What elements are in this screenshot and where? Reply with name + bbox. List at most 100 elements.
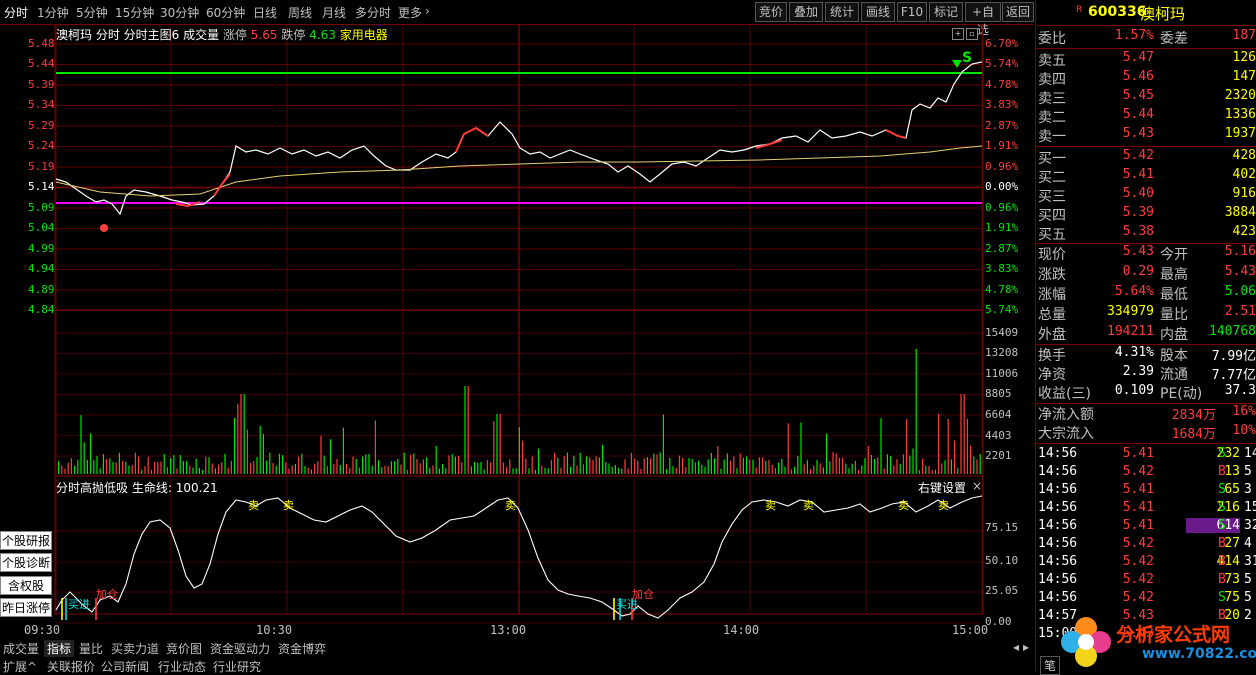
tab-30min[interactable]: 30分钟 bbox=[160, 4, 199, 21]
tab-volume-ratio[interactable]: 量比 bbox=[76, 640, 106, 657]
scroll-right-icon[interactable]: ▸ bbox=[1020, 640, 1032, 654]
volume-bar bbox=[528, 468, 530, 474]
tick-side: B bbox=[1218, 536, 1226, 551]
overlay-button[interactable]: 叠加 bbox=[789, 2, 823, 22]
volume-bar bbox=[67, 462, 69, 474]
volume-bar bbox=[682, 457, 684, 474]
tab-multi-intraday[interactable]: 多分时 bbox=[355, 4, 391, 21]
tab-more[interactable]: 更多 bbox=[398, 4, 422, 21]
rights-stock-button[interactable]: 含权股 bbox=[0, 576, 52, 595]
price-tick: 5.39 bbox=[28, 78, 55, 91]
add-tag: 加仓 bbox=[632, 588, 654, 601]
divider bbox=[1036, 146, 1256, 147]
tab-15min[interactable]: 15分钟 bbox=[115, 4, 154, 21]
tab-weekly[interactable]: 周线 bbox=[288, 4, 312, 21]
tick-time: 14:56 bbox=[1038, 500, 1078, 515]
tab-company-news[interactable]: 公司新闻 bbox=[98, 658, 152, 675]
volume-bar bbox=[262, 434, 264, 474]
chart-maximize-icon[interactable]: ▫ bbox=[966, 28, 978, 40]
indicator-tick: 50.10 bbox=[985, 554, 1019, 567]
volume-bar bbox=[426, 457, 428, 474]
ask-row: 卖四 5.46 147 bbox=[1036, 69, 1256, 89]
f10-button[interactable]: F10 bbox=[897, 2, 927, 22]
volume-bar bbox=[762, 457, 764, 474]
tab-industry-research[interactable]: 行业研究 bbox=[210, 658, 264, 675]
tick-time: 14:56 bbox=[1038, 590, 1078, 605]
flow-row: 大宗流入 1684万 10% bbox=[1036, 423, 1256, 443]
buy-marker-icon bbox=[100, 224, 108, 232]
bid-price: 5.38 bbox=[1122, 224, 1154, 239]
volume-bar bbox=[291, 465, 293, 474]
volume-bar bbox=[662, 414, 664, 474]
volume-bar bbox=[400, 464, 402, 474]
tick-count: 31 bbox=[1244, 554, 1256, 569]
volume-bar bbox=[643, 458, 645, 474]
stat-label: 涨跌 bbox=[1038, 267, 1066, 283]
volume-bar bbox=[890, 455, 892, 474]
tab-fund-drive[interactable]: 资金驱动力 bbox=[207, 640, 273, 657]
volume-bar bbox=[285, 462, 287, 474]
intraday-chart[interactable]: 澳柯玛 分时 分时主图6 成交量 涨停 5.65 跌停 4.63 家用电器 + … bbox=[0, 24, 1034, 640]
back-button[interactable]: 返回 bbox=[1002, 2, 1034, 22]
tick-row: 14:56 5.41 614 S 32 bbox=[1036, 518, 1256, 538]
volume-bar bbox=[406, 469, 408, 474]
tab-industry-news[interactable]: 行业动态 bbox=[155, 658, 209, 675]
tick-side: B bbox=[1218, 464, 1226, 479]
auction-button[interactable]: 竞价 bbox=[755, 2, 787, 22]
stock-research-button[interactable]: 个股研报 bbox=[0, 531, 52, 550]
stock-diagnosis-button[interactable]: 个股诊断 bbox=[0, 553, 52, 572]
volume-bar bbox=[675, 467, 677, 474]
add-watchlist-button[interactable]: +自选 bbox=[965, 2, 1001, 37]
statistics-button[interactable]: 统计 bbox=[825, 2, 859, 22]
draw-line-button[interactable]: 画线 bbox=[861, 2, 895, 22]
volume-bar bbox=[800, 422, 802, 474]
tab-monthly[interactable]: 月线 bbox=[322, 4, 346, 21]
sell-signal-marker: S bbox=[962, 50, 973, 66]
volume-bar bbox=[707, 459, 709, 474]
tab-related-quotes[interactable]: 关联报价 bbox=[44, 658, 98, 675]
stat-label: 量比 bbox=[1160, 307, 1188, 323]
mark-button[interactable]: 标记 bbox=[929, 2, 963, 22]
tick-price: 5.41 bbox=[1122, 500, 1154, 515]
tab-5min[interactable]: 5分钟 bbox=[76, 4, 108, 21]
volume-bar bbox=[653, 453, 655, 474]
volume-bar bbox=[253, 461, 255, 474]
tab-buy-sell-force[interactable]: 买卖力道 bbox=[108, 640, 162, 657]
flow-percent: 16% bbox=[1232, 404, 1256, 419]
tab-intraday[interactable]: 分时 bbox=[4, 4, 28, 21]
chart-mode-labels: 分时 分时主图6 成交量 bbox=[95, 28, 220, 42]
flower-logo-icon bbox=[1061, 617, 1111, 667]
tab-expand[interactable]: 扩展^ bbox=[0, 658, 40, 675]
volume-bar bbox=[288, 468, 290, 474]
stock-name: 澳柯玛 bbox=[56, 28, 93, 42]
tick-price: 5.41 bbox=[1122, 482, 1154, 497]
volume-bar bbox=[202, 469, 204, 474]
indicator-close-icon[interactable]: × bbox=[972, 479, 982, 493]
stat-value: 4.31% bbox=[1114, 345, 1154, 360]
volume-bar bbox=[256, 457, 258, 474]
volume-bar bbox=[278, 453, 280, 474]
bid-price: 5.42 bbox=[1122, 148, 1154, 163]
pct-tick: 1.91% bbox=[985, 139, 1019, 152]
volume-bar bbox=[646, 457, 648, 474]
volume-bar bbox=[701, 464, 703, 474]
ask-label: 卖五 bbox=[1038, 53, 1066, 69]
chevron-right-icon[interactable]: › bbox=[425, 4, 430, 18]
tab-1min[interactable]: 1分钟 bbox=[37, 4, 69, 21]
volume-bar bbox=[634, 458, 636, 474]
volume-bar bbox=[614, 465, 616, 474]
tab-ticks[interactable]: 笔 bbox=[1040, 656, 1061, 675]
tab-indicator[interactable]: 指标 bbox=[44, 640, 75, 657]
tab-daily[interactable]: 日线 bbox=[253, 4, 277, 21]
tab-60min[interactable]: 60分钟 bbox=[206, 4, 245, 21]
tab-auction-chart[interactable]: 竞价图 bbox=[163, 640, 205, 657]
yesterday-limit-up-button[interactable]: 昨日涨停 bbox=[0, 598, 52, 617]
chart-settings-icon[interactable]: + bbox=[952, 28, 964, 40]
volume-bar bbox=[525, 458, 527, 474]
stat-row: 换手 4.31% 股本 7.99亿 bbox=[1036, 345, 1256, 365]
volume-bar bbox=[784, 466, 786, 474]
tab-volume[interactable]: 成交量 bbox=[0, 640, 42, 657]
indicator-settings-link[interactable]: 右键设置 bbox=[918, 479, 966, 496]
tab-fund-game[interactable]: 资金博弈 bbox=[275, 640, 329, 657]
volume-bar bbox=[362, 456, 364, 474]
